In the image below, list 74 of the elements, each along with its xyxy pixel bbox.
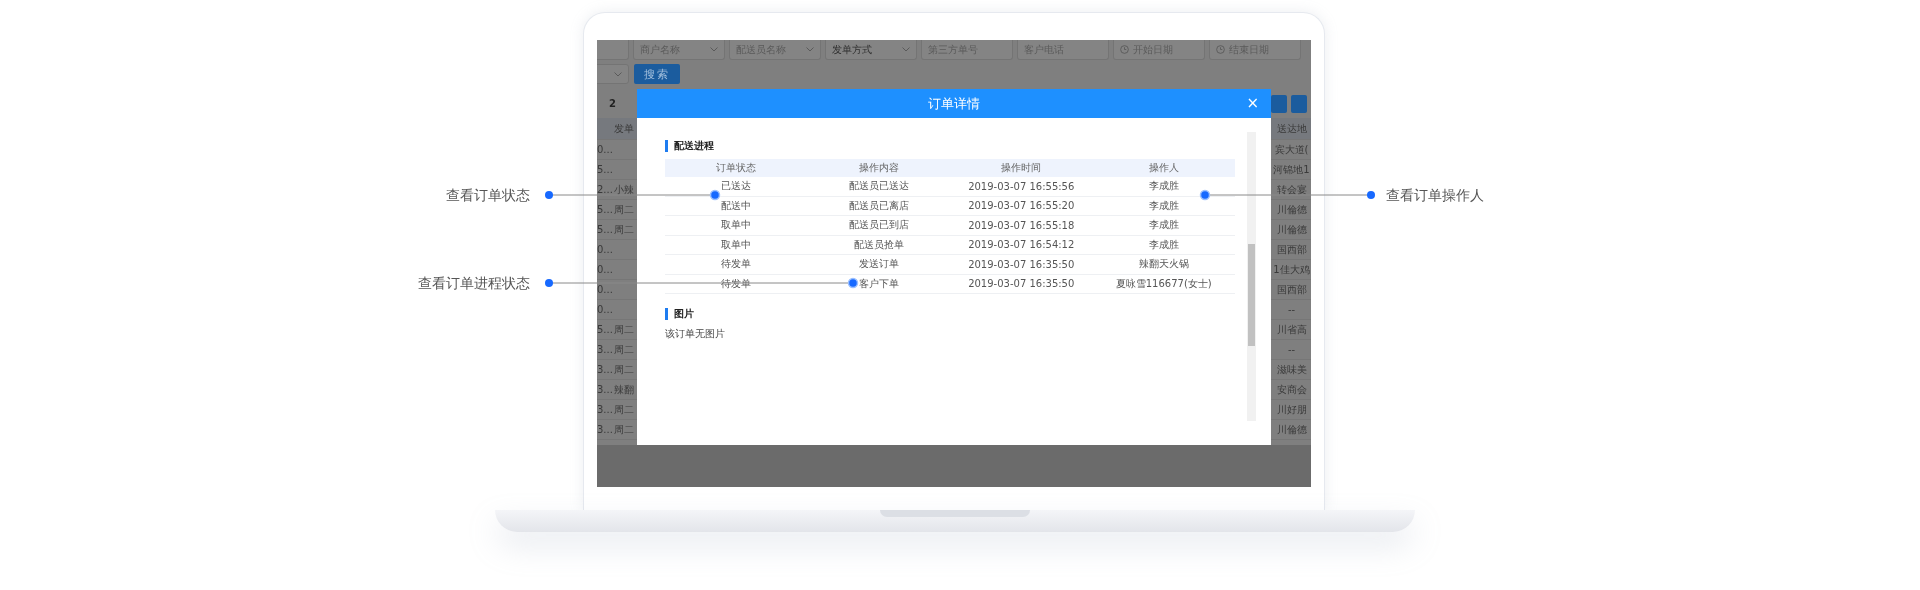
table-cell-text: 转会宴 — [1275, 182, 1308, 197]
table-cell: 5... — [597, 224, 614, 235]
table-cell-text: 2019-03-07 16:54:12 — [967, 239, 1076, 251]
page-number: 2 — [609, 98, 616, 109]
empty-message: 该订单无图片 — [665, 327, 726, 341]
table-cell-text: 辣翻天火锅 — [1137, 257, 1190, 272]
table-cell-text: 国西部 — [1275, 282, 1308, 297]
section-title: 图片 — [665, 308, 1235, 320]
table-cell-text: 李成胜 — [1147, 218, 1180, 233]
table-cell-text: 李成胜 — [1147, 198, 1180, 213]
table-cell-text: 配送员已送达 — [847, 179, 910, 194]
table-cell-text: -- — [1286, 344, 1297, 355]
table-cell-text: 李成胜 — [1147, 179, 1180, 194]
table-cell: 0... — [597, 144, 614, 155]
table-cell-text: 夏咏雪116677(女士) — [1114, 276, 1213, 291]
table-cell-text: 发送订单 — [857, 257, 900, 272]
table-cell: 3... — [597, 364, 614, 375]
table-cell: 0... — [597, 284, 614, 295]
table-cell: 5... — [597, 204, 614, 215]
table-cell-text: 2019-03-07 16:55:20 — [967, 200, 1076, 212]
table-cell-text: -- — [1286, 304, 1297, 315]
column-header: 操作内容 — [857, 161, 900, 175]
column-header: 操作人 — [1147, 161, 1180, 175]
button[interactable] — [1291, 94, 1307, 113]
clock-icon — [1216, 45, 1225, 54]
column-header: 订单状态 — [715, 161, 758, 175]
table-cell-text: 李成胜 — [1147, 237, 1180, 252]
table-cell-text: 配送员已离店 — [847, 198, 910, 213]
table-cell: 0... — [597, 244, 614, 255]
table-cell-text: 客户下单 — [857, 276, 900, 291]
table-cell: 3... — [597, 384, 614, 395]
column-header: 操作时间 — [1000, 161, 1043, 175]
scrollbar[interactable] — [1247, 132, 1256, 421]
table-cell-text: 配送中 — [720, 198, 753, 213]
table-cell-text: 取单中 — [720, 218, 753, 233]
search-button[interactable]: 搜索 — [634, 64, 680, 84]
table-cell-text: 河锦地1 — [1272, 162, 1311, 177]
table-cell: 5... — [597, 164, 614, 175]
table-cell-text: 配送员已到店 — [847, 218, 910, 233]
table-cell: 3... — [597, 344, 614, 355]
table-cell-text: 安商会 — [1275, 382, 1308, 397]
table-cell-text: 取单中 — [720, 237, 753, 252]
table-cell: 2... — [597, 184, 614, 195]
chevron-down-icon — [806, 47, 814, 52]
table-cell-text: 辣翻 — [614, 382, 635, 397]
table-cell-text: 小辣 — [614, 182, 635, 197]
table-cell: 0... — [597, 264, 614, 275]
table-cell: 3... — [597, 404, 614, 415]
annotation-label: 查看订单状态 — [446, 186, 530, 204]
clock-icon — [1120, 45, 1129, 54]
table-cell: 3... — [597, 424, 614, 435]
table-cell-text: 2019-03-07 16:55:18 — [967, 219, 1076, 231]
annotation-label: 查看订单进程状态 — [418, 274, 530, 292]
chevron-down-icon — [902, 47, 910, 52]
table-cell: 5... — [597, 324, 614, 335]
table-cell-text: 宾大道( — [1273, 142, 1310, 157]
annotation-label: 查看订单操作人 — [1386, 186, 1484, 204]
table-cell-text: 国西部 — [1275, 242, 1308, 257]
button[interactable] — [1271, 94, 1287, 113]
select-field[interactable]: 发单方式 — [825, 40, 917, 60]
table-cell-text: 2019-03-07 16:35:50 — [967, 258, 1076, 270]
table-cell-text: 配送员抢单 — [852, 237, 905, 252]
table-cell-text: 1佳大鸡 — [1272, 262, 1311, 277]
table-cell-text: 2019-03-07 16:35:50 — [967, 278, 1076, 290]
chevron-down-icon — [614, 71, 622, 77]
dialog-title: 订单详情 — [928, 94, 980, 113]
chevron-down-icon — [710, 47, 718, 52]
table-cell-text: 待发单 — [720, 276, 753, 291]
close-button[interactable]: × — [1246, 95, 1259, 111]
table-cell-text: 2019-03-07 16:55:56 — [967, 180, 1076, 192]
section-title: 配送进程 — [665, 140, 1235, 152]
table-cell-text: 已送达 — [720, 179, 753, 194]
table-cell-text: 待发单 — [720, 257, 753, 272]
table-cell: 0... — [597, 304, 614, 315]
